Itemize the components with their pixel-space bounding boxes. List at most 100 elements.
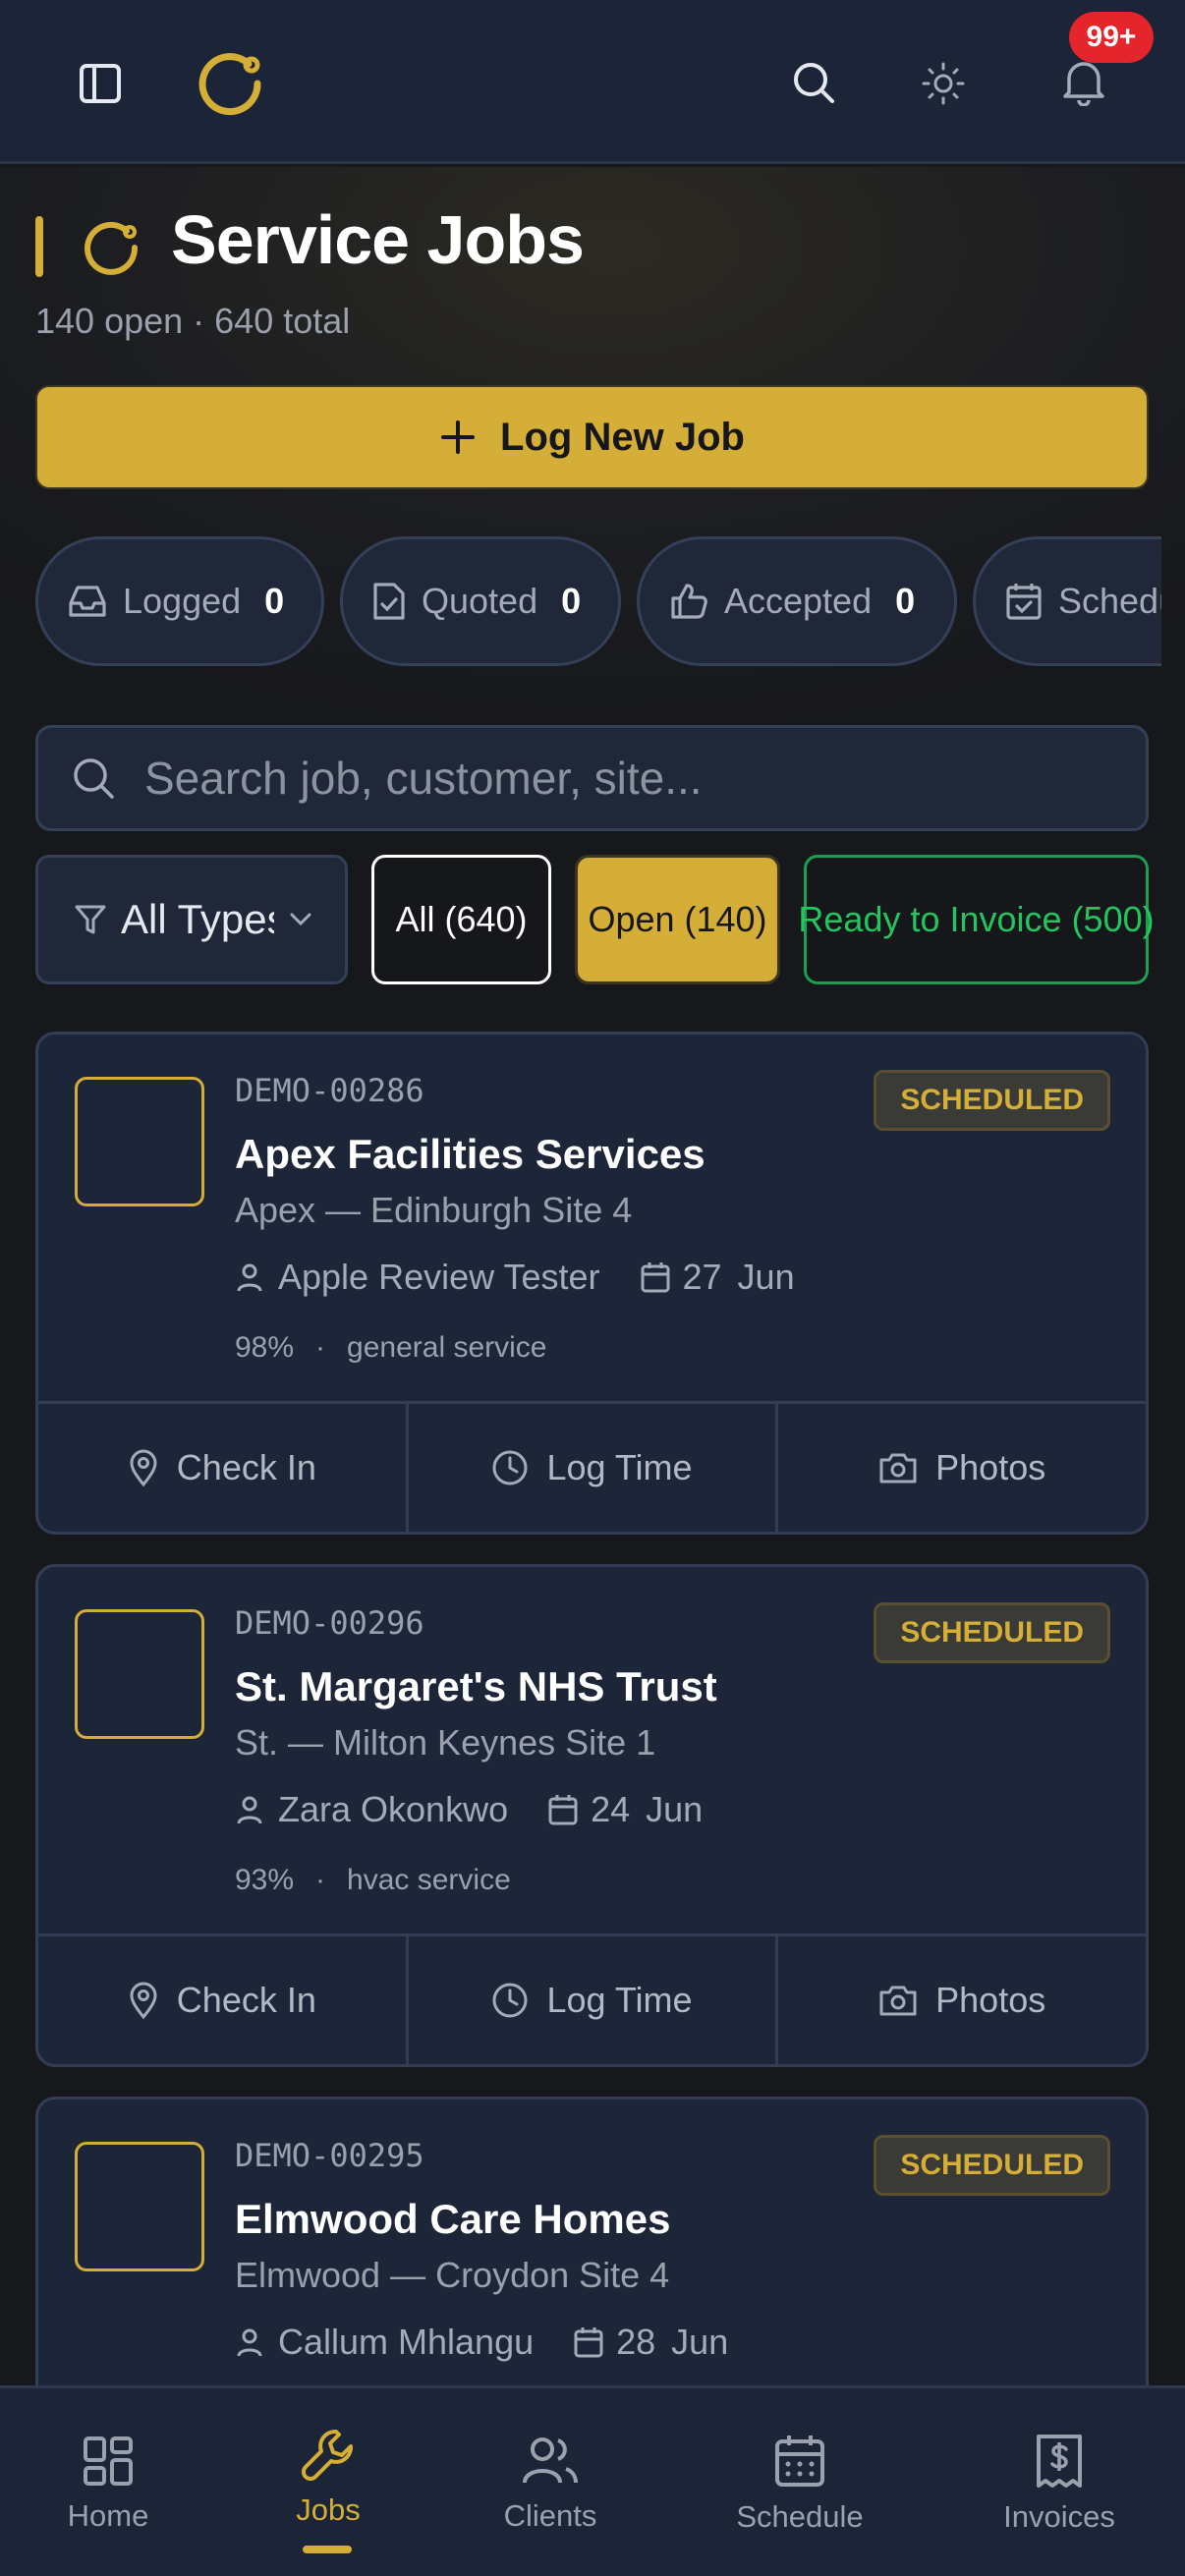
log-time-label: Log Time [546, 1980, 693, 2020]
log-new-job-label: Log New Job [500, 415, 745, 459]
search-bar[interactable] [35, 725, 1149, 831]
bottom-navigation: Home Jobs Clients Schedule Invoices [0, 2385, 1185, 2576]
active-tab-indicator [303, 2546, 352, 2553]
calendar-icon [548, 1795, 578, 1825]
nav-clients[interactable]: Clients [481, 2388, 619, 2576]
site-name: Apex — Edinburgh Site 4 [235, 1190, 633, 1230]
person-icon [237, 1263, 262, 1292]
job-meta-secondary: 93% · hvac service [235, 1864, 511, 1897]
job-progress: 98% [235, 1331, 295, 1364]
chip-accepted-count: 0 [895, 581, 916, 621]
users-icon [523, 2437, 578, 2484]
home-grid-icon [84, 2436, 133, 2486]
notification-count-badge: 99+ [1069, 12, 1154, 63]
chip-logged[interactable]: Logged 0 [35, 536, 324, 666]
customer-name: St. Margaret's NHS Trust [235, 1663, 717, 1709]
photos-button[interactable]: Photos [778, 1936, 1146, 2064]
job-type-select[interactable]: All Types [35, 855, 348, 984]
theme-toggle-sun-icon[interactable] [921, 61, 966, 106]
log-new-job-button[interactable]: Log New Job [35, 385, 1149, 489]
job-code: DEMO-00295 [235, 2137, 424, 2174]
job-thumbnail [75, 1077, 204, 1206]
chip-scheduled-label: Scheduled [1058, 581, 1161, 621]
job-card[interactable]: DEMO-00286 SCHEDULED Apex Facilities Ser… [35, 1032, 1149, 1535]
chip-quoted-label: Quoted [422, 581, 538, 621]
page-title: Service Jobs [171, 201, 585, 278]
log-time-label: Log Time [546, 1447, 693, 1487]
plus-icon [441, 420, 476, 454]
nav-jobs-label: Jobs [296, 2492, 361, 2527]
check-in-button[interactable]: Check In [38, 1936, 409, 2064]
map-pin-icon [130, 1982, 157, 2020]
calendar-icon [641, 1262, 669, 1293]
log-time-button[interactable]: Log Time [409, 1404, 779, 1532]
meta-separator: · [315, 1331, 326, 1364]
status-chip-row[interactable]: Logged 0 Quoted 0 Accepted 0 Scheduled [35, 536, 1161, 668]
receipt-icon [1037, 2435, 1082, 2488]
calendar-check-icon [1006, 584, 1042, 620]
status-badge: SCHEDULED [874, 2135, 1110, 2196]
service-type: hvac service [347, 1864, 511, 1896]
nav-home-label: Home [67, 2498, 149, 2533]
nav-clients-label: Clients [503, 2498, 597, 2533]
job-progress: 93% [235, 1864, 295, 1896]
notifications-bell-icon[interactable] [1061, 57, 1106, 106]
calendar-icon [574, 2327, 603, 2358]
job-card-actions: Check In Log Time Photos [38, 1933, 1146, 2064]
filter-open-button[interactable]: Open (140) [575, 855, 780, 984]
app-logo-icon[interactable] [195, 47, 267, 120]
photos-button[interactable]: Photos [778, 1404, 1146, 1532]
scheduled-day: 28 [616, 2322, 656, 2362]
nav-invoices-label: Invoices [1003, 2499, 1115, 2534]
search-icon[interactable] [792, 61, 835, 104]
job-card[interactable]: DEMO-00296 SCHEDULED St. Margaret's NHS … [35, 1564, 1149, 2067]
check-in-label: Check In [176, 1447, 316, 1487]
scheduled-month: Jun [671, 2322, 729, 2362]
person-icon [237, 2328, 262, 2357]
chip-logged-label: Logged [123, 581, 242, 621]
chip-accepted[interactable]: Accepted 0 [637, 536, 957, 666]
calendar-icon [775, 2436, 824, 2487]
check-in-label: Check In [176, 1980, 316, 2020]
sidebar-toggle-icon[interactable] [79, 63, 122, 104]
status-badge: SCHEDULED [874, 1070, 1110, 1131]
log-time-button[interactable]: Log Time [409, 1936, 779, 2064]
inbox-icon [69, 586, 106, 617]
search-icon [74, 758, 114, 799]
job-meta: Zara Okonkwo 24 Jun [235, 1789, 703, 1830]
scheduled-day: 24 [591, 1789, 631, 1829]
job-meta: Apple Review Tester 27 Jun [235, 1257, 795, 1298]
filter-all-button[interactable]: All (640) [371, 855, 551, 984]
filter-ready-to-invoice-button[interactable]: Ready to Invoice (500) [798, 855, 1155, 984]
camera-icon [879, 1986, 917, 2016]
clock-icon [492, 1983, 528, 2018]
job-type-select-value: All Types [121, 896, 274, 942]
clock-icon [492, 1450, 528, 1485]
title-accent-bar [35, 216, 43, 277]
job-thumbnail [75, 2142, 204, 2271]
search-input[interactable] [144, 752, 1088, 805]
photos-label: Photos [935, 1447, 1046, 1487]
map-pin-icon [130, 1449, 157, 1487]
service-type: general service [347, 1331, 547, 1364]
service-jobs-logo-icon [85, 221, 139, 275]
scheduled-month: Jun [737, 1257, 795, 1297]
meta-separator: · [315, 1864, 326, 1896]
nav-home[interactable]: Home [39, 2388, 177, 2576]
job-meta-secondary: 98% · general service [235, 1331, 546, 1365]
job-code: DEMO-00296 [235, 1604, 424, 1642]
check-in-button[interactable]: Check In [38, 1404, 409, 1532]
customer-name: Apex Facilities Services [235, 1131, 705, 1177]
nav-schedule[interactable]: Schedule [719, 2388, 880, 2576]
top-app-bar: 99+ [0, 0, 1185, 164]
job-thumbnail [75, 1609, 204, 1739]
chip-logged-count: 0 [264, 581, 285, 621]
nav-invoices[interactable]: Invoices [988, 2388, 1130, 2576]
chip-scheduled[interactable]: Scheduled [973, 536, 1161, 666]
job-meta: Callum Mhlangu 28 Jun [235, 2322, 728, 2363]
assignee-name: Callum Mhlangu [278, 2322, 535, 2362]
assignee-name: Zara Okonkwo [278, 1789, 509, 1829]
job-card-actions: Check In Log Time Photos [38, 1401, 1146, 1532]
camera-icon [879, 1453, 917, 1484]
chip-quoted[interactable]: Quoted 0 [340, 536, 621, 666]
